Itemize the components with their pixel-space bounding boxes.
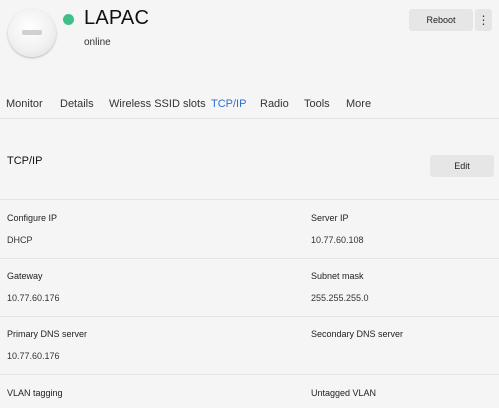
divider: [0, 316, 499, 317]
online-status-dot: [63, 14, 74, 25]
field-label-secondary-dns: Secondary DNS server: [311, 329, 404, 339]
field-label-server-ip: Server IP: [311, 213, 349, 223]
field-value-server-ip: 10.77.60.108: [311, 235, 364, 245]
tab-details[interactable]: Details: [60, 98, 94, 110]
field-value-configure-ip: DHCP: [7, 235, 33, 245]
field-label-untagged-vlan: Untagged VLAN: [311, 388, 377, 398]
device-header: LAPAC online Reboot ⋮: [0, 0, 499, 78]
field-label-subnet-mask: Subnet mask: [311, 271, 364, 281]
more-options-icon[interactable]: ⋮: [475, 9, 492, 31]
reboot-button[interactable]: Reboot: [409, 9, 473, 31]
device-name: LAPAC: [84, 7, 150, 29]
tab-monitor[interactable]: Monitor: [6, 98, 43, 110]
tab-tcp-ip[interactable]: TCP/IP: [211, 98, 246, 110]
tab-wireless-ssid-slots[interactable]: Wireless SSID slots: [109, 98, 206, 110]
device-logo: [22, 30, 42, 35]
device-status: online: [84, 37, 111, 48]
access-point-image: [8, 9, 56, 57]
tab-bar: Monitor Details Wireless SSID slots TCP/…: [0, 92, 499, 119]
divider: [0, 199, 499, 200]
tab-tools[interactable]: Tools: [304, 98, 330, 110]
field-value-gateway: 10.77.60.176: [7, 293, 60, 303]
tab-radio[interactable]: Radio: [260, 98, 289, 110]
field-value-subnet-mask: 255.255.255.0: [311, 293, 369, 303]
field-label-primary-dns: Primary DNS server: [7, 329, 88, 339]
field-label-configure-ip: Configure IP: [7, 213, 58, 223]
divider: [0, 374, 499, 375]
section-title: TCP/IP: [7, 155, 43, 167]
field-label-gateway: Gateway: [7, 271, 43, 281]
field-value-primary-dns: 10.77.60.176: [7, 351, 60, 361]
field-label-vlan-tagging: VLAN tagging: [7, 388, 63, 398]
tab-more[interactable]: More: [346, 98, 371, 110]
divider: [0, 258, 499, 259]
edit-button[interactable]: Edit: [430, 155, 494, 177]
